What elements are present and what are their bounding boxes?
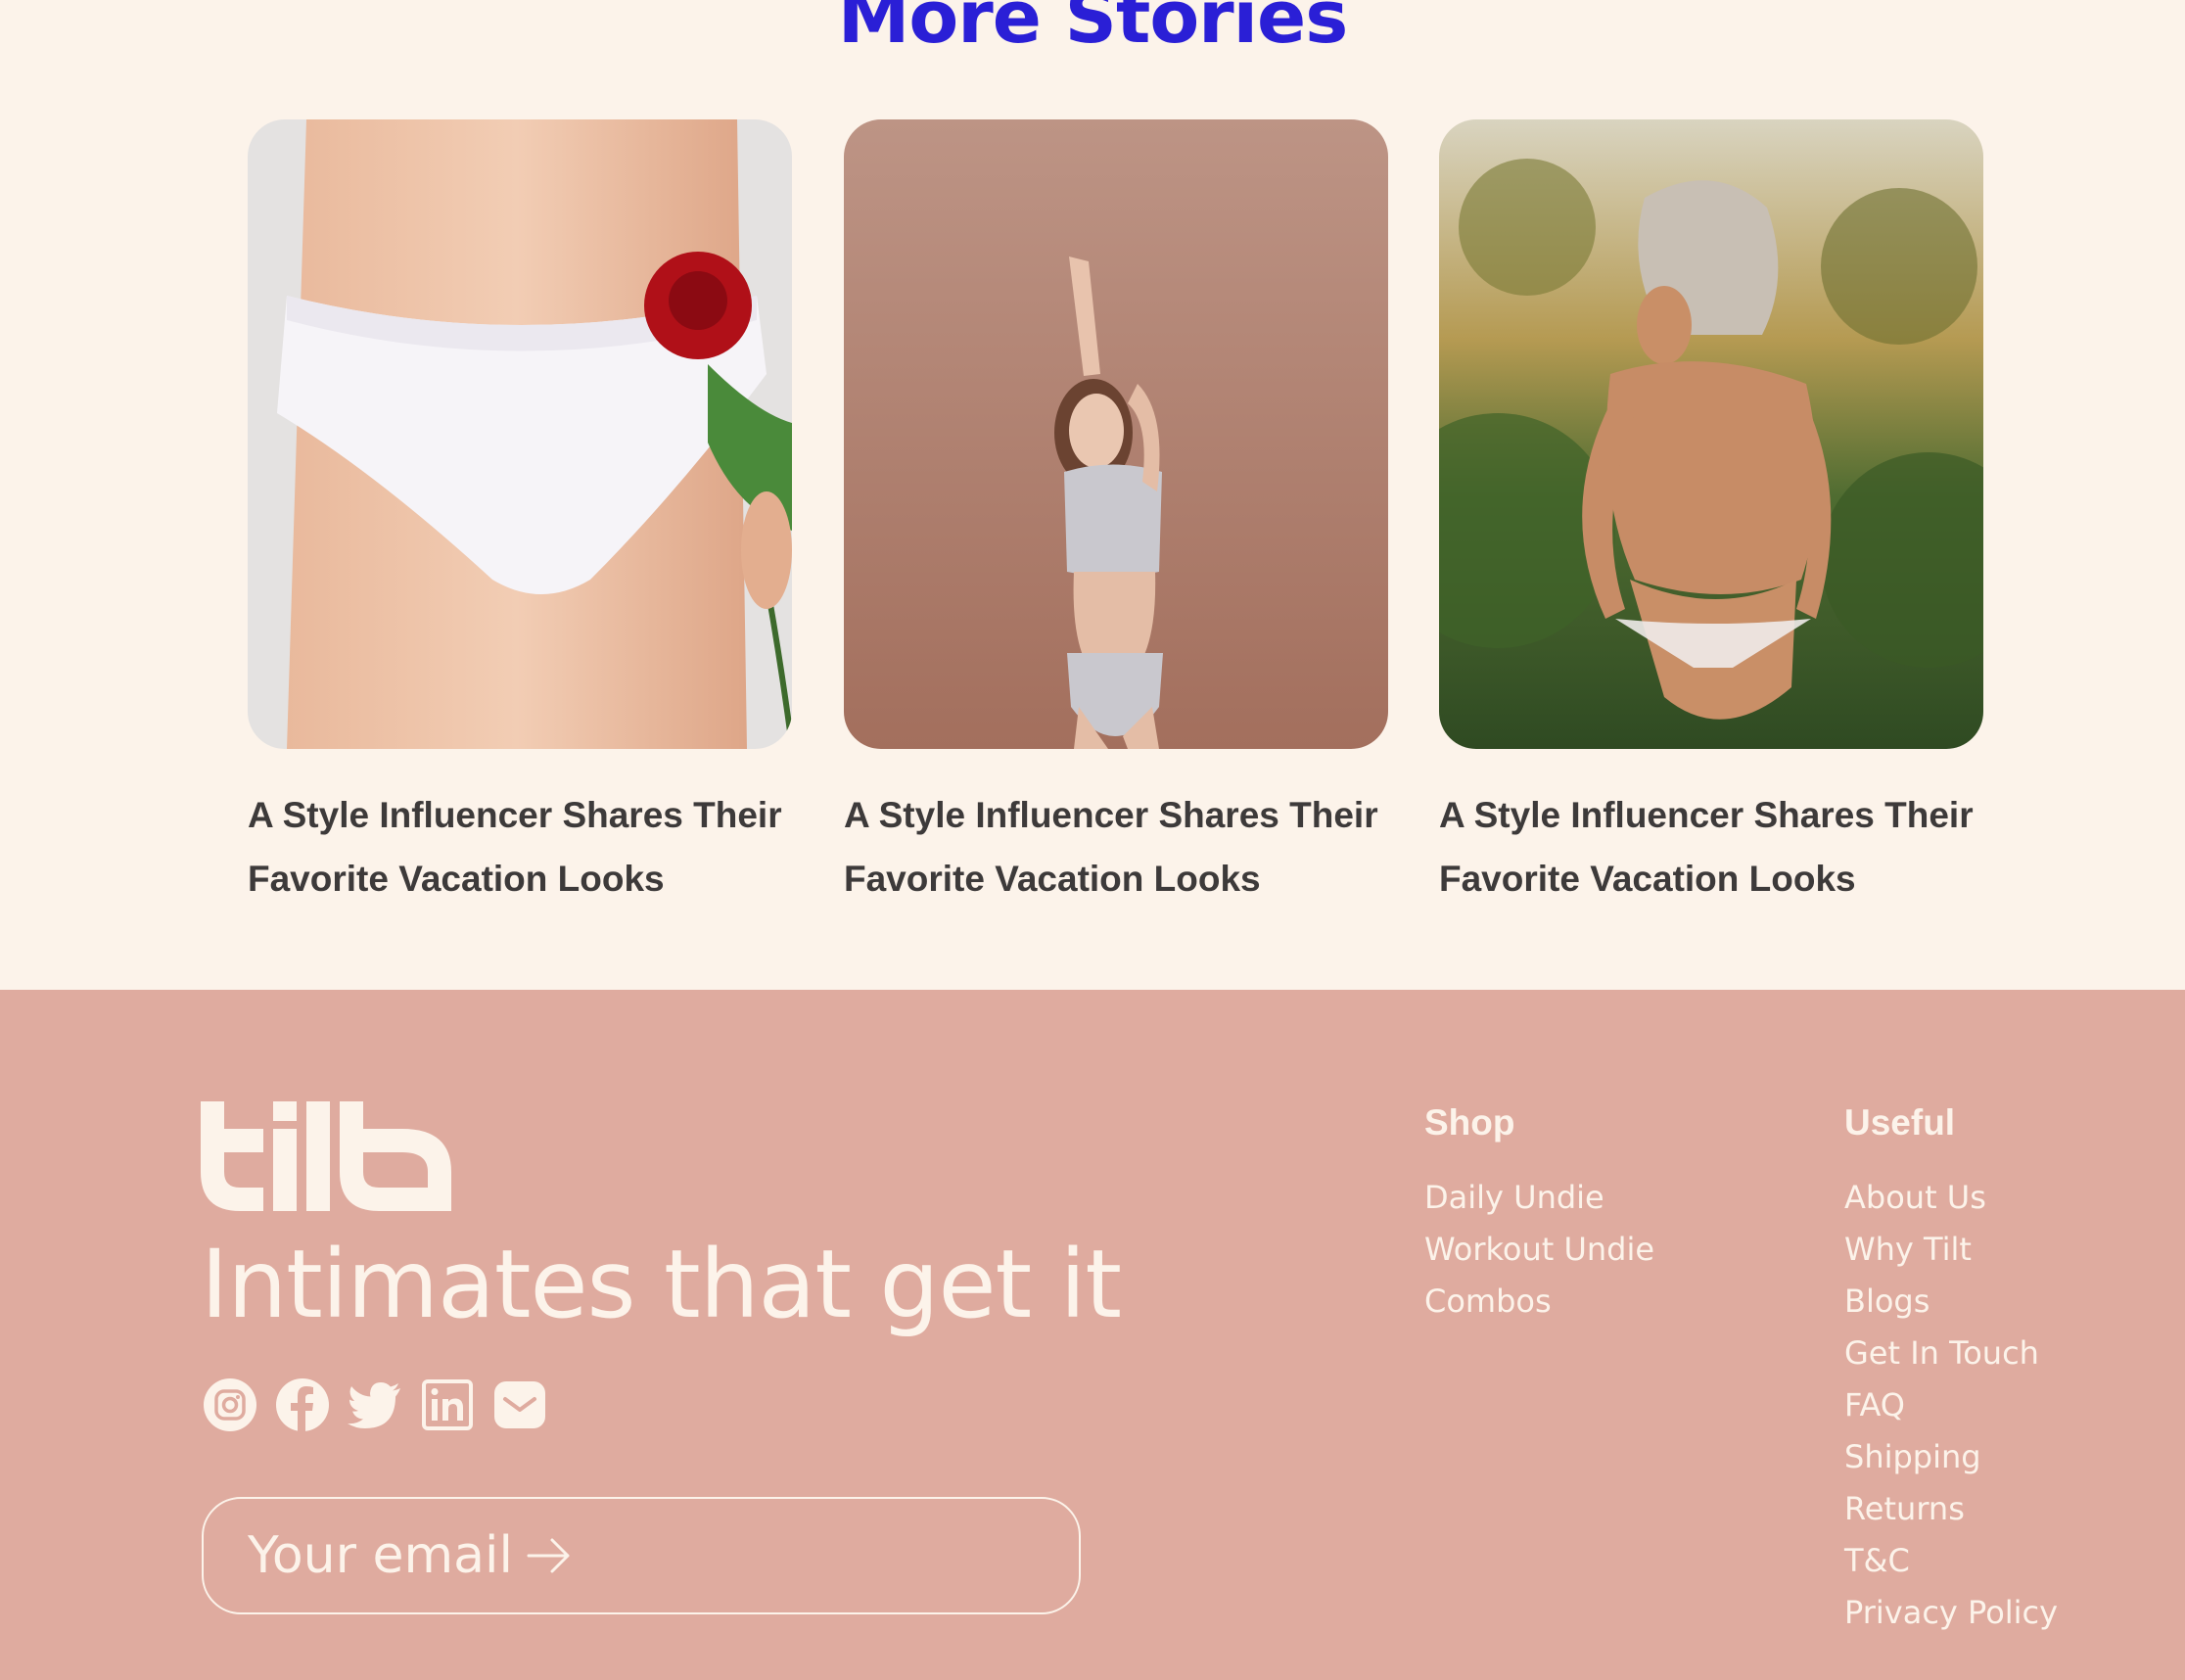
- instagram-icon[interactable]: [203, 1377, 257, 1432]
- tilt-logo[interactable]: tilt: [201, 1101, 451, 1211]
- section-title: More Stories: [837, 0, 1349, 60]
- footer-link-returns[interactable]: Returns: [1844, 1483, 2058, 1535]
- story-image[interactable]: [248, 119, 792, 749]
- story-title[interactable]: A Style Influencer Shares Their Favorite…: [844, 783, 1392, 910]
- more-stories-section: More Stories A Style Influencer Shares T…: [0, 0, 2185, 990]
- social-links: [203, 1377, 547, 1432]
- email-input[interactable]: Your email: [202, 1497, 1081, 1614]
- story-title[interactable]: A Style Influencer Shares Their Favorite…: [1439, 783, 1987, 910]
- story-image[interactable]: [844, 119, 1388, 749]
- footer-link-workout-undie[interactable]: Workout Undie: [1424, 1224, 1654, 1276]
- story-card[interactable]: A Style Influencer Shares Their Favorite…: [248, 119, 792, 910]
- footer-shop-column: Shop Daily Undie Workout Undie Combos: [1424, 1099, 1654, 1328]
- footer-link-faq[interactable]: FAQ: [1844, 1379, 2058, 1431]
- email-placeholder: Your email: [248, 1526, 513, 1585]
- footer-link-daily-undie[interactable]: Daily Undie: [1424, 1172, 1654, 1224]
- linkedin-icon[interactable]: [420, 1377, 475, 1432]
- footer-link-tc[interactable]: T&C: [1844, 1535, 2058, 1587]
- footer-link-combos[interactable]: Combos: [1424, 1276, 1654, 1328]
- site-footer: tilt Intimates that get it: [0, 990, 2185, 1680]
- footer-link-about-us[interactable]: About Us: [1844, 1172, 2058, 1224]
- footer-link-privacy-policy[interactable]: Privacy Policy: [1844, 1587, 2058, 1639]
- footer-link-why-tilt[interactable]: Why Tilt: [1844, 1224, 2058, 1276]
- arrow-right-icon[interactable]: [527, 1536, 572, 1575]
- story-image[interactable]: [1439, 119, 1983, 749]
- footer-link-get-in-touch[interactable]: Get In Touch: [1844, 1328, 2058, 1379]
- story-card[interactable]: A Style Influencer Shares Their Favorite…: [844, 119, 1388, 910]
- useful-heading: Useful: [1844, 1102, 1956, 1143]
- footer-tagline: Intimates that get it: [201, 1230, 1122, 1339]
- story-title[interactable]: A Style Influencer Shares Their Favorite…: [248, 783, 796, 910]
- footer-link-shipping[interactable]: Shipping: [1844, 1431, 2058, 1483]
- mail-icon[interactable]: [492, 1377, 547, 1432]
- footer-useful-column: Useful About Us Why Tilt Blogs Get In To…: [1844, 1099, 2058, 1639]
- shop-heading: Shop: [1424, 1102, 1515, 1143]
- story-card[interactable]: A Style Influencer Shares Their Favorite…: [1439, 119, 1983, 910]
- twitter-icon[interactable]: [348, 1377, 402, 1432]
- facebook-icon[interactable]: [275, 1377, 330, 1432]
- footer-link-blogs[interactable]: Blogs: [1844, 1276, 2058, 1328]
